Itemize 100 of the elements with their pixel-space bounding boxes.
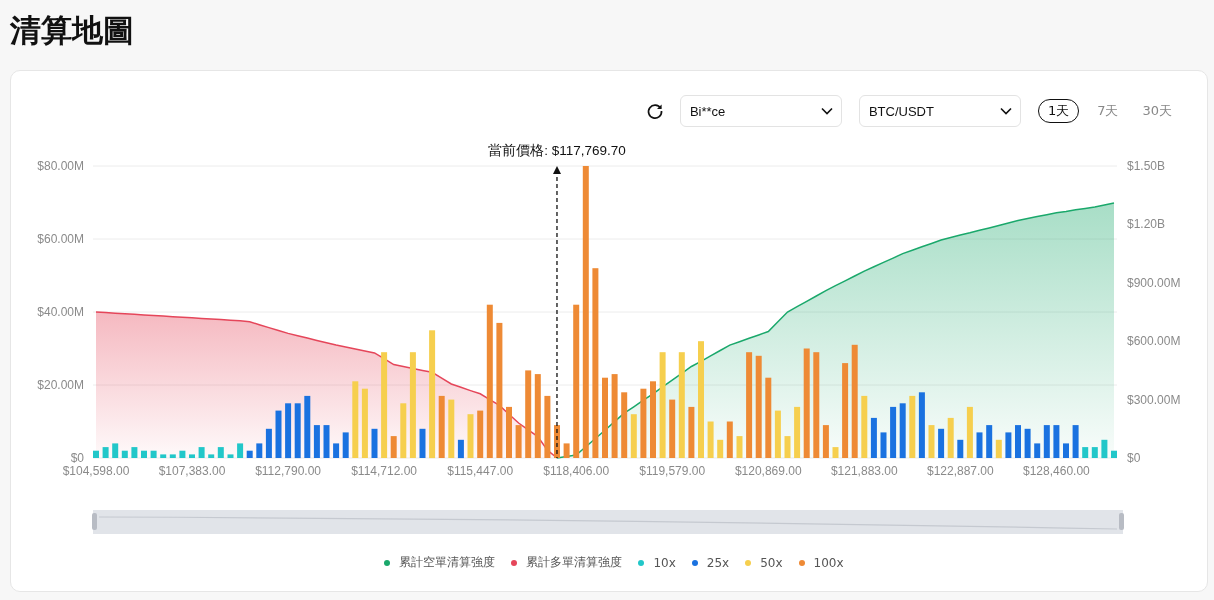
bar bbox=[1111, 450, 1117, 458]
bar bbox=[947, 417, 954, 458]
bar bbox=[688, 406, 695, 458]
bar bbox=[1072, 425, 1079, 458]
bar bbox=[342, 432, 349, 458]
page-title: 清算地圖 bbox=[10, 12, 134, 50]
axis-label: $104,598.00 bbox=[62, 464, 130, 478]
axis-label: $0 bbox=[70, 451, 84, 465]
bar bbox=[726, 421, 733, 458]
bar bbox=[794, 406, 801, 458]
bar bbox=[774, 410, 781, 458]
bar bbox=[131, 447, 138, 458]
bar bbox=[899, 403, 906, 459]
slider-handle[interactable] bbox=[92, 513, 97, 530]
bar bbox=[1043, 425, 1050, 458]
axis-label: $114,712.00 bbox=[351, 464, 418, 478]
bar bbox=[1082, 447, 1089, 458]
bar bbox=[976, 432, 983, 458]
range-tab[interactable]: 7天 bbox=[1088, 99, 1128, 123]
axis-label: $1.20B bbox=[1127, 217, 1166, 232]
axis-label: $121,883.00 bbox=[830, 464, 898, 478]
bar bbox=[554, 425, 560, 458]
axis-label: $300.00M bbox=[1127, 392, 1181, 407]
bar bbox=[313, 425, 320, 458]
axis-label: $40.00M bbox=[37, 305, 84, 319]
bar bbox=[736, 436, 743, 458]
bar bbox=[169, 454, 176, 458]
bar bbox=[419, 428, 426, 458]
axis-label: $118,406.00 bbox=[543, 464, 610, 478]
bar bbox=[361, 388, 368, 458]
bar bbox=[208, 454, 215, 458]
axis-label: $107,383.00 bbox=[158, 464, 226, 478]
legend-label[interactable]: 100x bbox=[813, 555, 844, 570]
axis-label: $900.00M bbox=[1127, 275, 1181, 290]
bar bbox=[1101, 439, 1108, 459]
bar bbox=[909, 395, 916, 458]
bar bbox=[918, 392, 925, 458]
bar bbox=[150, 450, 157, 458]
bar bbox=[237, 443, 244, 458]
bar bbox=[515, 425, 522, 458]
bar bbox=[93, 450, 99, 458]
slider-handle[interactable] bbox=[1119, 513, 1124, 530]
bar bbox=[227, 454, 234, 458]
axis-label: $122,887.00 bbox=[926, 464, 994, 478]
bar bbox=[189, 454, 195, 458]
bar bbox=[323, 425, 330, 458]
bar bbox=[265, 428, 272, 458]
bar bbox=[544, 395, 551, 458]
bar bbox=[179, 450, 186, 458]
bar bbox=[621, 392, 628, 458]
exchange-dropdown[interactable]: Bi**ce bbox=[679, 95, 842, 127]
range-tab[interactable]: 30天 bbox=[1133, 99, 1181, 123]
legend-label[interactable]: 累計多單清算強度 bbox=[526, 554, 623, 571]
refresh-icon[interactable] bbox=[645, 102, 664, 120]
current-price-label: 當前價格: $117,769.70 bbox=[488, 143, 626, 158]
pair-dropdown[interactable]: BTC/USDT bbox=[858, 95, 1021, 127]
bar bbox=[630, 414, 637, 458]
bar bbox=[102, 447, 109, 458]
bar bbox=[198, 447, 205, 458]
bar bbox=[822, 425, 829, 458]
legend-label[interactable]: 50x bbox=[760, 555, 783, 570]
bar bbox=[1015, 425, 1021, 458]
bar bbox=[457, 439, 464, 459]
bar bbox=[112, 443, 119, 458]
bar bbox=[880, 432, 887, 458]
bar bbox=[1063, 443, 1069, 458]
bar bbox=[1024, 428, 1031, 458]
bar bbox=[1053, 425, 1060, 458]
axis-label: $119,579.00 bbox=[639, 464, 706, 478]
legend-label[interactable]: 10x bbox=[653, 555, 676, 570]
axis-label: $1.50B bbox=[1127, 159, 1166, 173]
axis-label: $112,790.00 bbox=[255, 464, 321, 478]
bar bbox=[285, 403, 292, 459]
bar bbox=[986, 425, 993, 458]
bar bbox=[246, 450, 253, 458]
bar bbox=[669, 399, 676, 458]
axis-label: $115,447.00 bbox=[447, 464, 514, 478]
bar bbox=[467, 414, 474, 458]
bar bbox=[890, 406, 897, 458]
bar bbox=[141, 450, 147, 458]
axis-label: $120,869.00 bbox=[734, 464, 802, 478]
axis-label: $80.00M bbox=[37, 159, 84, 173]
bar bbox=[438, 395, 445, 458]
bar bbox=[563, 443, 570, 458]
axis-label: $600.00M bbox=[1127, 334, 1181, 349]
legend-label[interactable]: 累計空單清算強度 bbox=[399, 554, 496, 571]
bar bbox=[371, 428, 378, 458]
axis-label: $60.00M bbox=[37, 232, 84, 246]
bar bbox=[957, 439, 964, 459]
bar bbox=[928, 425, 935, 458]
axis-label: $0 bbox=[1127, 451, 1141, 465]
bar bbox=[1005, 432, 1012, 458]
range-slider-window[interactable] bbox=[93, 510, 1123, 534]
bar bbox=[870, 417, 877, 458]
bar bbox=[717, 439, 724, 459]
bar bbox=[121, 450, 128, 458]
bar bbox=[217, 447, 224, 458]
bar bbox=[832, 447, 839, 458]
legend-label[interactable]: 25x bbox=[706, 555, 730, 570]
bar bbox=[400, 403, 407, 459]
